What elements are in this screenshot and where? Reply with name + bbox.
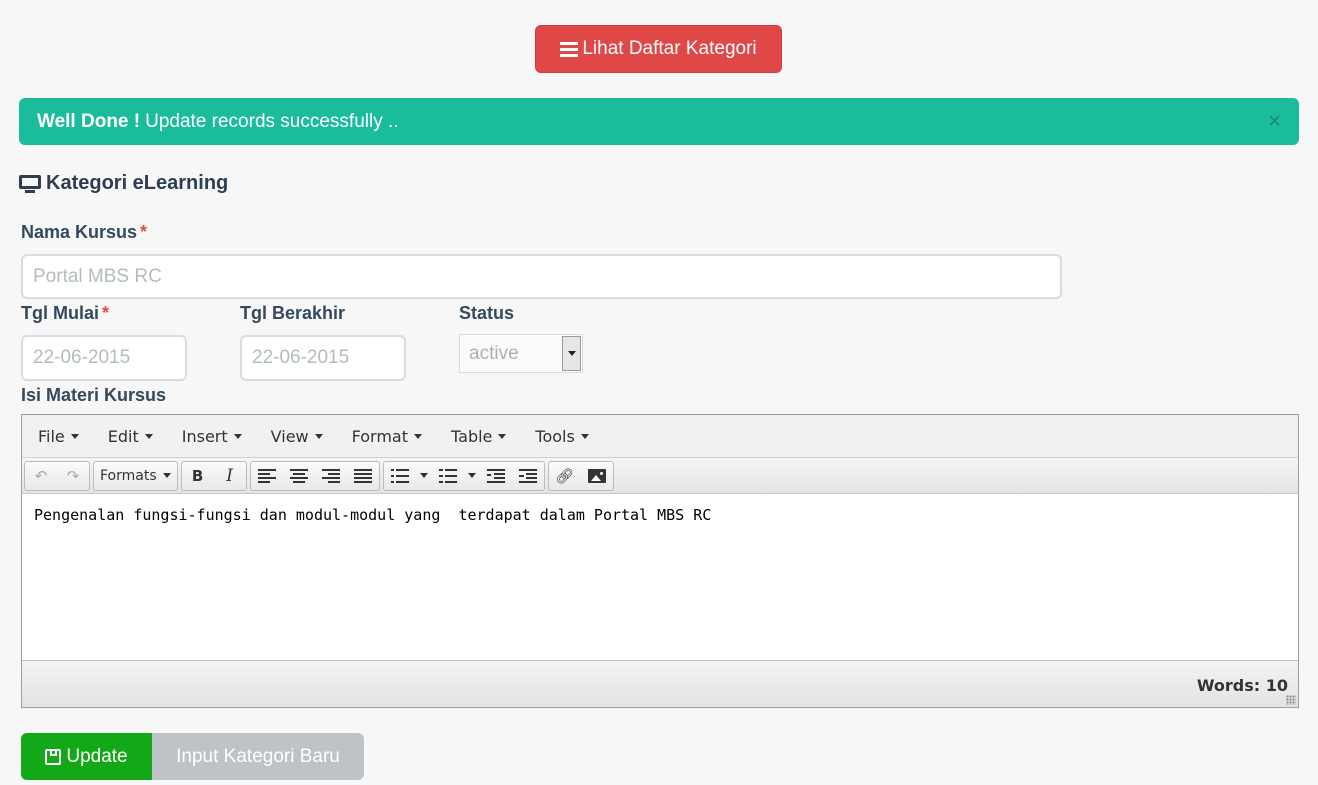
menu-label: Table (451, 426, 493, 446)
menu-insert[interactable]: Insert (174, 427, 250, 446)
tgl-berakhir-label: Tgl Berakhir (240, 303, 345, 324)
status-label-text: Status (459, 303, 515, 323)
status-value: active (469, 342, 519, 364)
indent-icon[interactable] (512, 462, 544, 490)
list-icon (560, 41, 579, 57)
menu-label: View (270, 426, 309, 446)
tgl-mulai-label: Tgl Mulai * (21, 303, 109, 324)
rich-text-editor[interactable]: File Edit Insert View Format Table Tools… (21, 414, 1299, 708)
editor-toolbar: ↶ ↷ Formats B I 🔗︎ (22, 458, 1298, 494)
tgl-mulai-value: 22-06-2015 (33, 347, 131, 368)
editor-content[interactable]: Pengenalan fungsi-fungsi dan modul-modul… (22, 494, 1298, 660)
bullet-list-dropdown[interactable] (416, 462, 432, 490)
menu-view[interactable]: View (263, 427, 331, 446)
new-category-label: Input Kategori Baru (176, 745, 340, 767)
list-categories-label: Lihat Daftar Kategori (582, 38, 757, 59)
italic-icon[interactable]: I (214, 462, 246, 490)
align-right-icon[interactable] (315, 462, 347, 490)
nama-kursus-label: Nama Kursus * (21, 222, 147, 243)
outdent-icon[interactable] (480, 462, 512, 490)
caret-down-icon (580, 433, 589, 439)
image-icon[interactable] (581, 462, 613, 490)
status-select[interactable]: active (459, 334, 583, 373)
caret-down-icon (144, 433, 153, 439)
history-group: ↶ ↷ (24, 460, 90, 491)
tgl-berakhir-value: 22-06-2015 (252, 347, 350, 368)
menu-label: File (38, 426, 65, 446)
menu-table[interactable]: Table (443, 427, 514, 446)
editor-menubar: File Edit Insert View Format Table Tools (22, 415, 1298, 458)
new-category-button[interactable]: Input Kategori Baru (152, 733, 364, 780)
menu-file[interactable]: File (30, 427, 87, 446)
required-mark: * (140, 222, 148, 242)
caret-down-icon (419, 473, 428, 478)
section-title: Kategori eLearning (19, 172, 228, 195)
link-icon[interactable]: 🔗︎ (549, 462, 581, 490)
undo-icon[interactable]: ↶ (25, 462, 57, 490)
section-title-text: Kategori eLearning (46, 172, 229, 194)
bold-icon[interactable]: B (182, 462, 214, 490)
caret-down-icon (70, 433, 79, 439)
status-label: Status (459, 303, 514, 324)
update-label: Update (66, 745, 128, 767)
tgl-mulai-label-text: Tgl Mulai (21, 303, 99, 323)
menu-label: Insert (181, 426, 228, 446)
required-mark: * (102, 303, 110, 323)
menu-edit[interactable]: Edit (100, 427, 161, 446)
insert-group: 🔗︎ (547, 460, 614, 491)
save-icon (45, 748, 62, 765)
menu-format[interactable]: Format (344, 427, 430, 446)
caret-down-icon (498, 433, 507, 439)
numbered-list-icon[interactable] (432, 462, 464, 490)
editor-paragraph: Pengenalan fungsi-fungsi dan modul-modul… (34, 506, 712, 524)
caret-down-icon (467, 473, 476, 478)
formats-label: Formats (100, 467, 157, 484)
list-categories-button[interactable]: Lihat Daftar Kategori (535, 25, 782, 73)
list-group (382, 460, 545, 491)
nama-kursus-input[interactable]: Portal MBS RC (21, 254, 1062, 299)
menu-label: Edit (107, 426, 139, 446)
tgl-berakhir-label-text: Tgl Berakhir (240, 303, 346, 323)
close-icon[interactable]: × (1268, 108, 1281, 134)
align-center-icon[interactable] (283, 462, 315, 490)
caret-down-icon (162, 473, 171, 478)
menu-label: Format (351, 426, 409, 446)
menu-tools[interactable]: Tools (527, 427, 596, 446)
caret-down-icon (314, 433, 323, 439)
alert-message: Update records successfully .. (145, 110, 399, 132)
align-left-icon[interactable] (251, 462, 283, 490)
tgl-mulai-input[interactable]: 22-06-2015 (21, 335, 187, 381)
update-button[interactable]: Update (21, 733, 152, 780)
menu-label: Tools (535, 426, 575, 446)
numbered-list-dropdown[interactable] (464, 462, 480, 490)
formats-dropdown[interactable]: Formats (94, 462, 177, 490)
success-alert: Well Done ! Update records successfully … (19, 98, 1299, 145)
isi-materi-label: Isi Materi Kursus (21, 385, 166, 406)
nama-kursus-label-text: Nama Kursus (21, 222, 138, 242)
align-justify-icon[interactable] (347, 462, 379, 490)
word-count: Words: 10 (1196, 676, 1288, 695)
caret-down-icon (233, 433, 242, 439)
tgl-berakhir-input[interactable]: 22-06-2015 (240, 335, 406, 381)
monitor-icon (19, 174, 41, 193)
formats-group: Formats (93, 460, 178, 491)
select-arrow-icon[interactable] (562, 336, 581, 371)
redo-icon[interactable]: ↷ (57, 462, 89, 490)
nama-kursus-value: Portal MBS RC (33, 265, 162, 287)
align-group (249, 460, 380, 491)
alert-strong: Well Done ! (37, 110, 141, 132)
caret-down-icon (414, 433, 423, 439)
style-group: B I (180, 460, 247, 491)
editor-statusbar: Words: 10 (22, 660, 1298, 707)
bullet-list-icon[interactable] (384, 462, 416, 490)
isi-materi-label-text: Isi Materi Kursus (21, 385, 167, 405)
resize-handle-icon[interactable] (1286, 695, 1296, 705)
